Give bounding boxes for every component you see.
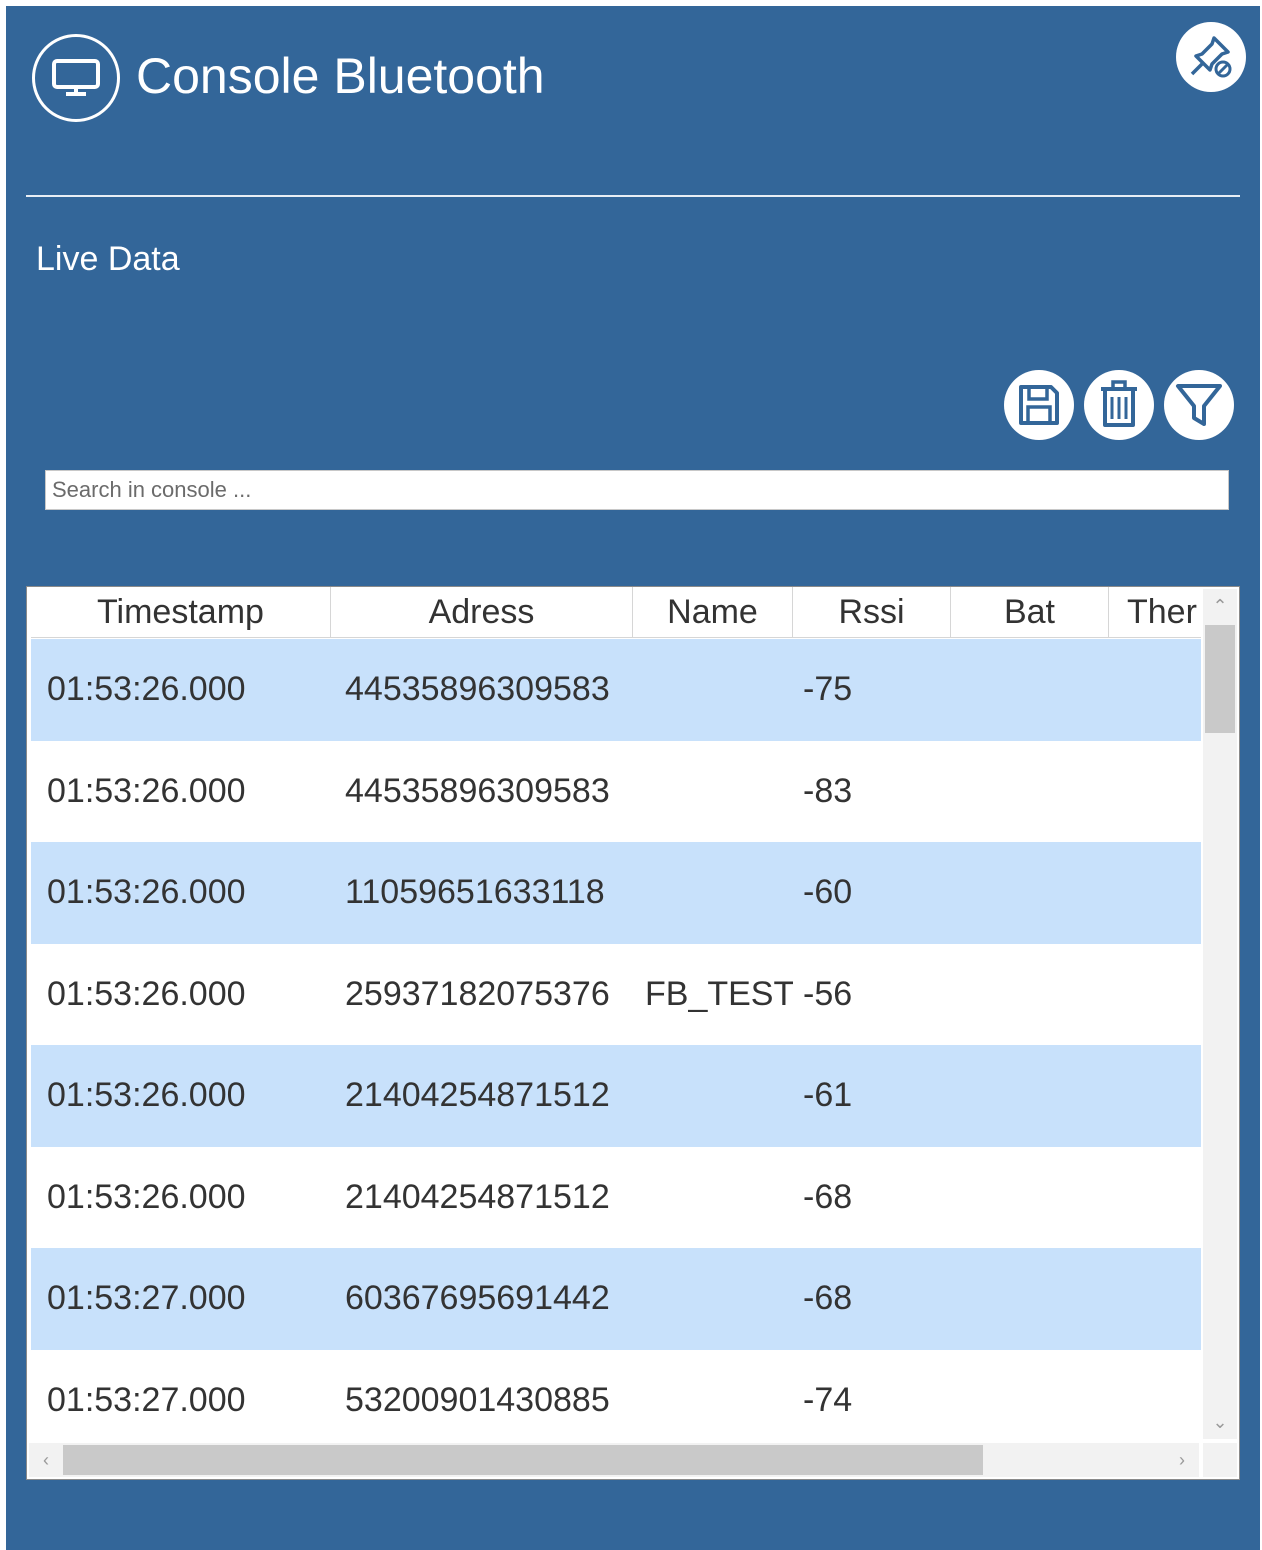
- cell-address: 11059651633118: [345, 873, 605, 912]
- column-header-address[interactable]: Adress: [331, 587, 633, 637]
- column-header-bat[interactable]: Bat: [951, 587, 1109, 637]
- trash-icon: [1101, 380, 1137, 427]
- grid-body: 01:53:26.000 44535896309583 -75 01:53:26…: [31, 639, 1201, 1451]
- cell-rssi: -60: [803, 873, 853, 912]
- cell-address: 25937182075376: [345, 974, 610, 1013]
- table-row[interactable]: 01:53:26.000 11059651633118 -60: [31, 842, 1201, 944]
- cell-name: FB_TEST: [645, 974, 793, 1013]
- cell-address: 21404254871512: [345, 1076, 610, 1115]
- cell-address: 53200901430885: [345, 1380, 610, 1419]
- column-header-ther[interactable]: Ther: [1109, 587, 1201, 637]
- cell-rssi: -56: [803, 974, 853, 1013]
- table-row[interactable]: 01:53:27.000 60367695691442 -68: [31, 1248, 1201, 1350]
- cell-timestamp: 01:53:26.000: [47, 974, 246, 1013]
- table-row[interactable]: 01:53:26.000 25937182075376 FB_TEST -56: [31, 944, 1201, 1046]
- cell-rssi: -61: [803, 1076, 853, 1115]
- table-row[interactable]: 01:53:26.000 44535896309583 -75: [31, 639, 1201, 741]
- cell-timestamp: 01:53:27.000: [47, 1380, 246, 1419]
- cell-rssi: -68: [803, 1279, 853, 1318]
- unpin-button[interactable]: [1176, 22, 1246, 92]
- console-toolbar: [1004, 370, 1238, 444]
- cell-rssi: -75: [803, 670, 853, 709]
- filter-icon: [1176, 384, 1222, 426]
- vertical-scroll-thumb[interactable]: [1205, 625, 1235, 733]
- cell-timestamp: 01:53:26.000: [47, 1076, 246, 1115]
- scrollbar-corner: [1203, 1443, 1237, 1477]
- cell-rssi: -68: [803, 1177, 853, 1216]
- column-header-name[interactable]: Name: [633, 587, 793, 637]
- scroll-down-icon[interactable]: ⌄: [1205, 1407, 1235, 1437]
- cell-address: 44535896309583: [345, 670, 610, 709]
- scroll-right-icon[interactable]: ›: [1167, 1445, 1197, 1475]
- cell-timestamp: 01:53:26.000: [47, 670, 246, 709]
- scroll-up-icon[interactable]: ⌃: [1205, 591, 1235, 621]
- cell-rssi: -74: [803, 1380, 853, 1419]
- filter-button[interactable]: [1164, 370, 1234, 440]
- grid-header: Timestamp Adress Name Rssi Bat Ther: [31, 587, 1201, 638]
- horizontal-scrollbar[interactable]: ‹ ›: [29, 1443, 1199, 1477]
- table-row[interactable]: 01:53:26.000 44535896309583 -83: [31, 741, 1201, 843]
- table-row[interactable]: 01:53:26.000 21404254871512 -68: [31, 1147, 1201, 1249]
- section-title: Live Data: [36, 240, 180, 278]
- clear-button[interactable]: [1084, 370, 1154, 440]
- data-grid: Timestamp Adress Name Rssi Bat Ther 01:5…: [26, 586, 1240, 1480]
- save-button[interactable]: [1004, 370, 1074, 440]
- scroll-left-icon[interactable]: ‹: [31, 1445, 61, 1475]
- window-title: Console Bluetooth: [136, 48, 545, 104]
- console-panel: Console Bluetooth Live Data Search in co…: [6, 6, 1260, 1550]
- cell-timestamp: 01:53:27.000: [47, 1279, 246, 1318]
- cell-address: 44535896309583: [345, 771, 610, 810]
- cell-timestamp: 01:53:26.000: [47, 873, 246, 912]
- cell-address: 21404254871512: [345, 1177, 610, 1216]
- save-icon: [1019, 385, 1059, 425]
- monitor-icon: [32, 34, 120, 122]
- column-header-rssi[interactable]: Rssi: [793, 587, 951, 637]
- table-row[interactable]: 01:53:26.000 21404254871512 -61: [31, 1045, 1201, 1147]
- cell-timestamp: 01:53:26.000: [47, 771, 246, 810]
- horizontal-scroll-thumb[interactable]: [63, 1445, 983, 1475]
- cell-address: 60367695691442: [345, 1279, 610, 1318]
- table-row[interactable]: 01:53:27.000 53200901430885 -74: [31, 1350, 1201, 1452]
- header-divider: [26, 195, 1240, 197]
- cell-rssi: -83: [803, 771, 853, 810]
- cell-timestamp: 01:53:26.000: [47, 1177, 246, 1216]
- vertical-scrollbar[interactable]: ⌃ ⌄: [1203, 589, 1237, 1439]
- unpin-icon: [1190, 36, 1232, 78]
- column-header-timestamp[interactable]: Timestamp: [31, 587, 331, 637]
- search-input[interactable]: [45, 470, 1229, 510]
